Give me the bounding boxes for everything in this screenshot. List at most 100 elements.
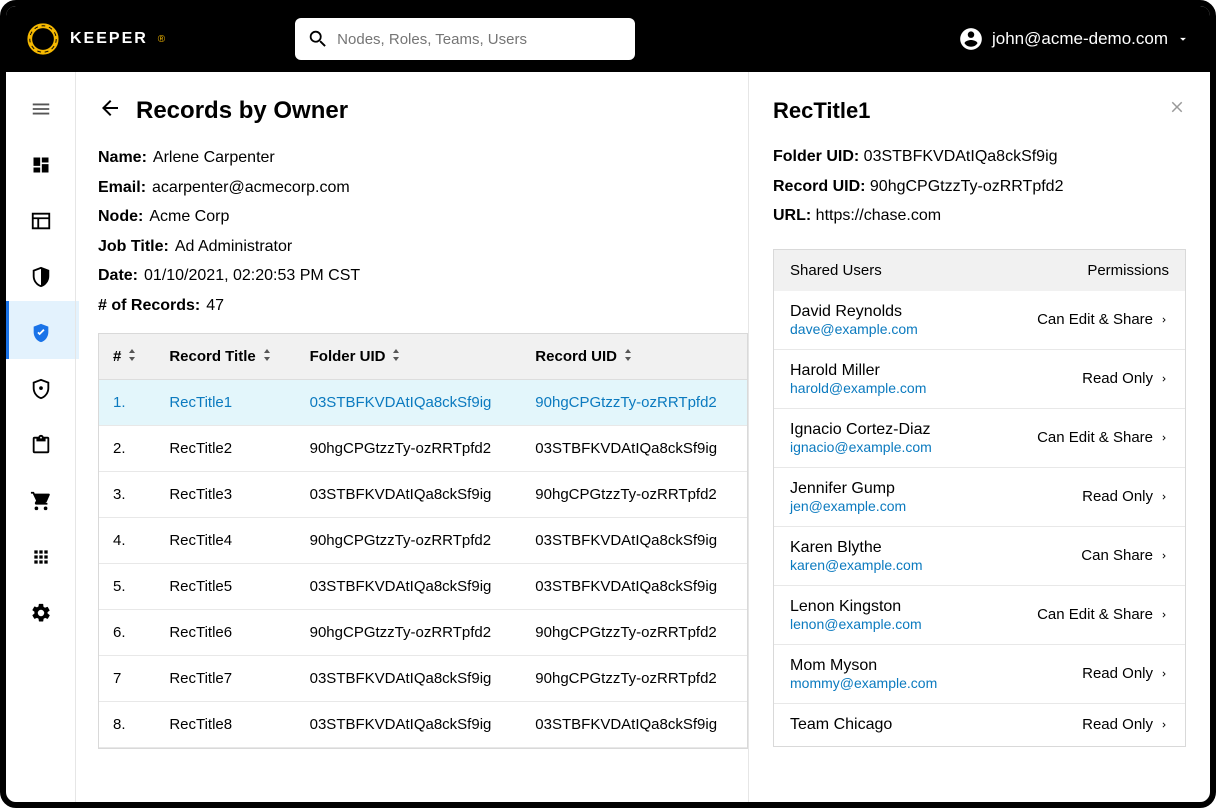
shared-user-row: Karen Blythekaren@example.comCan Share	[774, 526, 1185, 585]
permission-label: Read Only	[1082, 488, 1153, 505]
close-button[interactable]	[1168, 98, 1186, 121]
permission-selector[interactable]: Can Edit & Share	[1037, 311, 1169, 328]
permission-selector[interactable]: Read Only	[1082, 370, 1169, 387]
owner-node-label: Node:	[98, 202, 143, 232]
owner-count-label: # of Records:	[98, 291, 200, 321]
table-row[interactable]: 8.RecTitle803STBFKVDAtIQa8ckSf9ig03STBFK…	[99, 702, 747, 748]
detail-folder-label: Folder UID:	[773, 148, 859, 165]
shared-user-name: Team Chicago	[790, 716, 892, 734]
permission-label: Read Only	[1082, 370, 1153, 387]
cell-record: 90hgCPGtzzTy-ozRRTpfd2	[521, 610, 747, 656]
cell-record: 90hgCPGtzzTy-ozRRTpfd2	[521, 472, 747, 518]
cell-num: 2.	[99, 426, 155, 472]
owner-job: Ad Administrator	[175, 232, 292, 262]
permission-label: Read Only	[1082, 665, 1153, 682]
permissions-header: Permissions	[1087, 262, 1169, 279]
menu-icon[interactable]	[24, 92, 58, 126]
shared-user-email: jen@example.com	[790, 498, 906, 514]
cell-num: 5.	[99, 564, 155, 610]
chevron-right-icon	[1159, 490, 1169, 504]
cell-record: 03STBFKVDAtIQa8ckSf9ig	[521, 518, 747, 564]
cell-title: RecTitle3	[155, 472, 295, 518]
col-record[interactable]: Record UID	[521, 334, 747, 380]
shared-user-row: Lenon Kingstonlenon@example.comCan Edit …	[774, 585, 1185, 644]
apps-icon[interactable]	[24, 540, 58, 574]
table-row[interactable]: 6.RecTitle690hgCPGtzzTy-ozRRTpfd290hgCPG…	[99, 610, 747, 656]
shield-icon[interactable]	[24, 260, 58, 294]
arrow-left-icon	[98, 96, 122, 120]
table-row[interactable]: 7RecTitle703STBFKVDAtIQa8ckSf9ig90hgCPGt…	[99, 656, 747, 702]
shared-user-email: dave@example.com	[790, 321, 918, 337]
shared-user-row: Jennifer Gumpjen@example.com Read Only	[774, 467, 1185, 526]
col-num[interactable]: #	[99, 334, 155, 380]
table-row[interactable]: 4.RecTitle490hgCPGtzzTy-ozRRTpfd203STBFK…	[99, 518, 747, 564]
cell-title: RecTitle2	[155, 426, 295, 472]
detail-panel: RecTitle1 Folder UID: 03STBFKVDAtIQa8ckS…	[748, 72, 1210, 802]
chevron-right-icon	[1159, 718, 1169, 732]
cart-icon[interactable]	[24, 484, 58, 518]
cell-title: RecTitle7	[155, 656, 295, 702]
shared-user-row: Harold Millerharold@example.comRead Only	[774, 349, 1185, 408]
col-title[interactable]: Record Title	[155, 334, 295, 380]
chevron-right-icon	[1159, 667, 1169, 681]
shield-outline-icon[interactable]	[24, 372, 58, 406]
cell-record: 03STBFKVDAtIQa8ckSf9ig	[521, 702, 747, 748]
search-input[interactable]	[337, 31, 623, 48]
settings-icon[interactable]	[24, 596, 58, 630]
shared-user-email: mommy@example.com	[790, 675, 937, 691]
owner-email: acarpenter@acmecorp.com	[152, 173, 350, 203]
chevron-right-icon	[1159, 549, 1169, 563]
cell-num: 7	[99, 656, 155, 702]
page-icon[interactable]	[24, 204, 58, 238]
owner-count: 47	[206, 291, 224, 321]
col-folder[interactable]: Folder UID	[296, 334, 522, 380]
owner-email-label: Email:	[98, 173, 146, 203]
shared-user-name: Jennifer Gump	[790, 480, 906, 498]
permission-selector[interactable]: Read Only	[1082, 665, 1169, 682]
cell-record: 90hgCPGtzzTy-ozRRTpfd2	[521, 656, 747, 702]
account-menu[interactable]: john@acme-demo.com	[958, 26, 1190, 52]
detail-url: https://chase.com	[816, 207, 941, 224]
permission-selector[interactable]: Read Only	[1082, 488, 1169, 505]
clipboard-icon[interactable]	[24, 428, 58, 462]
main-content: Records by Owner Name:Arlene Carpenter E…	[76, 72, 748, 802]
shared-user-row: Ignacio Cortez-Diazignacio@example.comCa…	[774, 408, 1185, 467]
table-row[interactable]: 2.RecTitle290hgCPGtzzTy-ozRRTpfd203STBFK…	[99, 426, 747, 472]
permission-label: Can Edit & Share	[1037, 429, 1153, 446]
shared-user-row: David Reynoldsdave@example.comCan Edit &…	[774, 291, 1185, 349]
chevron-right-icon	[1159, 608, 1169, 622]
permission-selector[interactable]: Can Edit & Share	[1037, 429, 1169, 446]
owner-name-label: Name:	[98, 143, 147, 173]
permission-selector[interactable]: Can Edit & Share	[1037, 606, 1169, 623]
shared-user-name: Lenon Kingston	[790, 598, 922, 616]
back-button[interactable]	[98, 96, 122, 125]
shared-users-box: Shared Users Permissions David Reynoldsd…	[773, 249, 1186, 747]
sidebar-rail	[6, 72, 76, 802]
dashboard-icon[interactable]	[24, 148, 58, 182]
permission-label: Can Edit & Share	[1037, 311, 1153, 328]
records-table: # Record Title Folder UID Record UID 1.R…	[98, 333, 748, 750]
detail-record-label: Record UID:	[773, 178, 865, 195]
sort-icon	[391, 348, 401, 365]
chevron-right-icon	[1159, 372, 1169, 386]
shared-user-name: Harold Miller	[790, 362, 926, 380]
topbar: KEEPER ® john@acme-demo.com	[6, 6, 1210, 72]
permission-selector[interactable]: Read Only	[1082, 716, 1169, 733]
shield-check-icon[interactable]	[24, 316, 58, 350]
cell-num: 3.	[99, 472, 155, 518]
permission-selector[interactable]: Can Share	[1081, 547, 1169, 564]
search-box[interactable]	[295, 18, 635, 60]
table-row[interactable]: 1.RecTitle103STBFKVDAtIQa8ckSf9ig90hgCPG…	[99, 380, 747, 426]
search-icon	[307, 28, 329, 50]
cell-num: 8.	[99, 702, 155, 748]
table-row[interactable]: 5.RecTitle503STBFKVDAtIQa8ckSf9ig03STBFK…	[99, 564, 747, 610]
cell-folder: 90hgCPGtzzTy-ozRRTpfd2	[296, 518, 522, 564]
shared-user-name: Mom Myson	[790, 657, 937, 675]
table-row[interactable]: 3.RecTitle303STBFKVDAtIQa8ckSf9ig90hgCPG…	[99, 472, 747, 518]
cell-folder: 03STBFKVDAtIQa8ckSf9ig	[296, 564, 522, 610]
brand-logo[interactable]: KEEPER ®	[26, 22, 165, 56]
brand-name: KEEPER	[70, 30, 148, 48]
owner-date: 01/10/2021, 02:20:53 PM CST	[144, 261, 360, 291]
shared-user-email: karen@example.com	[790, 557, 923, 573]
detail-title: RecTitle1	[773, 98, 870, 124]
